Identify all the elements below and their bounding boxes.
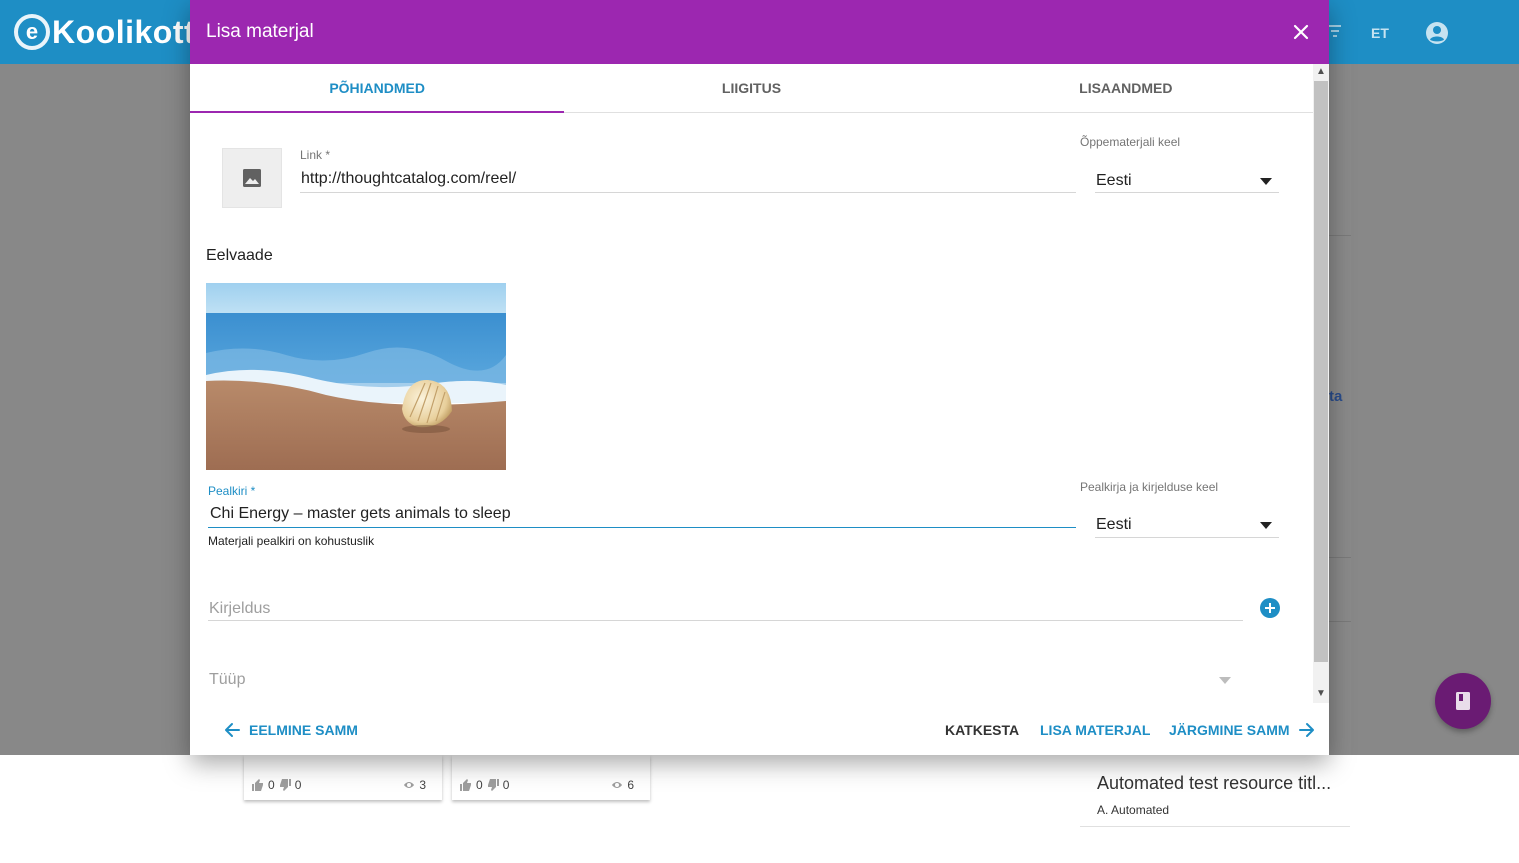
link-input[interactable]: http://thoughtcatalog.com/reel/ [301,170,516,188]
divider [1329,621,1351,622]
thumb-down-icon[interactable] [279,779,291,791]
card-stats: 0 0 3 [252,777,434,793]
title-hint: Materjali pealkiri on kohustuslik [208,534,375,548]
background-link-fragment: ta [1329,388,1343,405]
material-language-select[interactable]: Eesti [1096,172,1132,190]
dialog-title: Lisa materjal [206,21,314,42]
thumb-down-icon[interactable] [487,779,499,791]
add-material-button[interactable]: LISA MATERJAL [1040,720,1150,740]
plus-icon [1265,603,1275,613]
link-underline [300,192,1076,193]
material-language-label: Õppematerjali keel [1080,135,1181,149]
tab-additional-info[interactable]: LISAANDMED [939,64,1313,112]
previous-step-label: EELMINE SAMM [249,722,358,738]
dialog-header: Lisa materjal [190,0,1329,64]
book-icon [1456,692,1470,710]
preview-image [206,283,506,470]
views-count: 3 [419,778,426,792]
title-language-underline [1095,537,1279,538]
background-card [1329,64,1351,755]
divider [1329,557,1351,558]
list-item[interactable]: Automated test resource titl... A. Autom… [1080,766,1350,827]
dialog-scrollbar[interactable]: ▲ ▼ [1313,64,1329,703]
seashell-beach-image [206,283,506,470]
thumb-up-icon[interactable] [252,779,264,791]
logo-mark: e [14,14,50,50]
filter-icon[interactable] [1329,24,1341,38]
cancel-button[interactable]: KATKESTA [945,720,1019,740]
list-item-author: A. Automated [1097,803,1170,817]
add-description-button[interactable] [1260,598,1280,618]
chevron-down-icon[interactable] [1219,677,1231,684]
scroll-up-icon[interactable]: ▲ [1316,67,1326,77]
dislikes-count: 0 [502,778,510,792]
title-label: Pealkiri * [208,484,256,498]
likes-count: 0 [268,778,275,792]
divider [1329,235,1351,236]
chevron-down-icon[interactable] [1260,178,1272,185]
preview-title: Eelvaade [206,247,273,264]
previous-step-button[interactable]: EELMINE SAMM [223,720,358,740]
title-language-label: Pealkirja ja kirjelduse keel [1080,480,1219,494]
arrow-right-icon [1298,723,1314,737]
views: 3 [403,778,430,792]
next-step-label: JÄRGMINE SAMM [1169,722,1290,738]
dislikes-count: 0 [294,778,302,792]
thumbnail-upload[interactable] [222,148,282,208]
link-label: Link * [300,148,331,162]
app-logo[interactable]: e Koolikott [14,10,195,54]
eye-icon [612,782,623,788]
views-count: 6 [627,778,634,792]
card-stats: 0 0 6 [460,777,642,793]
description-underline [208,620,1243,621]
image-icon [243,169,261,187]
type-select[interactable]: Tüüp [209,671,245,689]
description-input[interactable]: Kirjeldus [209,600,270,618]
title-input[interactable]: Chi Energy – master gets animals to slee… [210,505,511,523]
views: 6 [611,778,638,792]
logo-text: Koolikott [52,13,196,50]
scrollbar-thumb[interactable] [1314,81,1328,662]
chevron-down-icon[interactable] [1260,522,1272,529]
tab-basic-info[interactable]: PÕHIANDMED [190,64,565,113]
likes-count: 0 [476,778,483,792]
tab-bar: PÕHIANDMED LIIGITUS LISAANDMED [190,64,1313,113]
title-underline [208,527,1076,528]
list-item-title: Automated test resource titl... [1097,773,1332,793]
close-icon[interactable] [1291,22,1311,42]
scroll-down-icon[interactable]: ▼ [1316,689,1326,699]
eye-icon [404,782,415,788]
arrow-left-icon [225,723,240,737]
tab-classification[interactable]: LIIGITUS [564,64,938,112]
material-card[interactable]: 0 0 6 [452,755,650,800]
next-step-button[interactable]: JÄRGMINE SAMM [1169,720,1316,740]
title-language-select[interactable]: Eesti [1096,516,1132,534]
thumb-up-icon[interactable] [460,779,472,791]
add-material-dialog: Lisa materjal PÕHIANDMED LIIGITUS LISAAN… [190,0,1329,755]
add-material-fab[interactable] [1435,673,1491,729]
material-language-underline [1095,192,1279,193]
language-button[interactable]: ET [1371,25,1389,41]
material-card[interactable]: 0 0 3 [244,755,442,800]
account-circle-icon[interactable] [1425,21,1449,45]
